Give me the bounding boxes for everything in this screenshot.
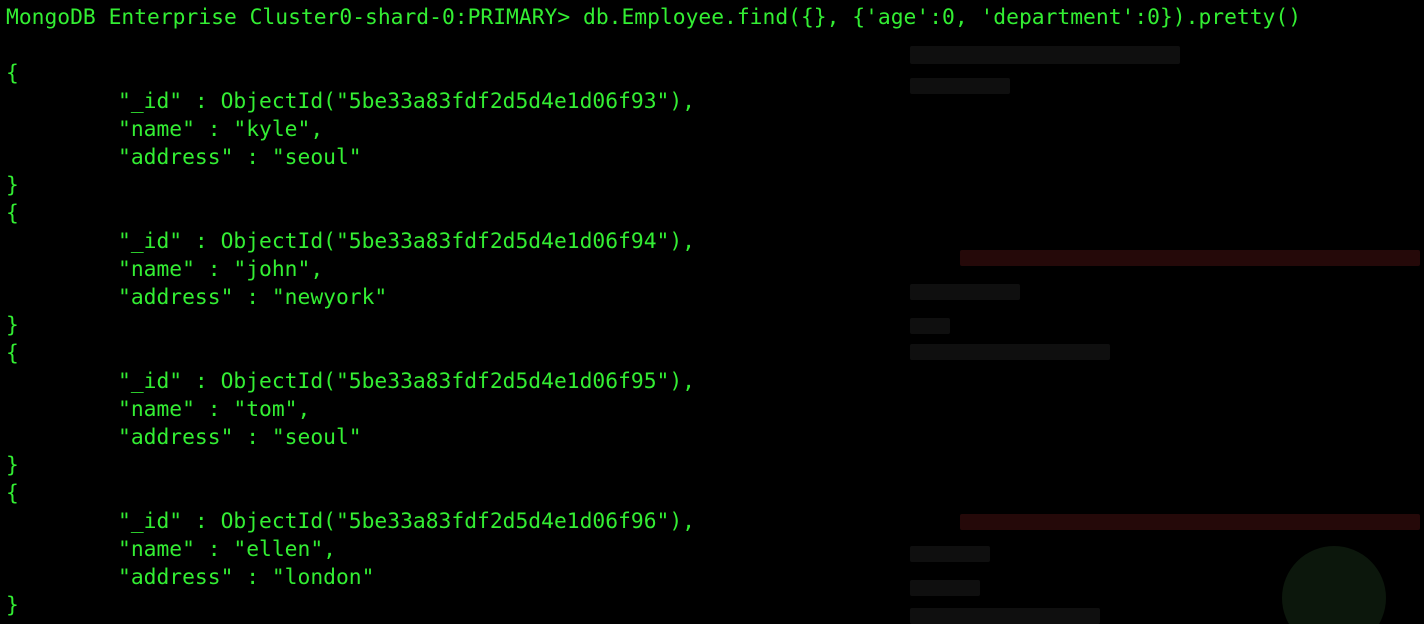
doc-address-line: "address" : "seoul" <box>118 145 362 170</box>
doc-address-line: "address" : "seoul" <box>118 425 362 450</box>
doc-name-line: "name" : "kyle", <box>118 117 324 142</box>
doc-id-line: "_id" : ObjectId("5be33a83fdf2d5d4e1d06f… <box>118 229 695 254</box>
doc-address-line: "address" : "newyork" <box>118 285 388 310</box>
doc-close-brace: } <box>6 313 19 338</box>
doc-open-brace: { <box>6 481 19 506</box>
doc-close-brace: } <box>6 593 19 618</box>
background-artifact <box>1282 546 1386 624</box>
doc-name-line: "name" : "john", <box>118 257 324 282</box>
doc-open-brace: { <box>6 341 19 366</box>
doc-name-line: "name" : "ellen", <box>118 537 336 562</box>
doc-id-line: "_id" : ObjectId("5be33a83fdf2d5d4e1d06f… <box>118 89 695 114</box>
background-artifact <box>910 608 1100 624</box>
background-artifact <box>910 580 980 596</box>
doc-close-brace: } <box>6 453 19 478</box>
background-artifact <box>910 344 1110 360</box>
doc-open-brace: { <box>6 61 19 86</box>
background-artifact <box>910 318 950 334</box>
doc-id-line: "_id" : ObjectId("5be33a83fdf2d5d4e1d06f… <box>118 369 695 394</box>
terminal-window[interactable]: MongoDB Enterprise Cluster0-shard-0:PRIM… <box>0 0 1424 624</box>
command-line[interactable]: MongoDB Enterprise Cluster0-shard-0:PRIM… <box>6 4 1301 32</box>
doc-open-brace: { <box>6 201 19 226</box>
doc-name-line: "name" : "tom", <box>118 397 311 422</box>
background-artifact <box>960 514 1420 530</box>
doc-id-line: "_id" : ObjectId("5be33a83fdf2d5d4e1d06f… <box>118 509 695 534</box>
background-artifact <box>910 78 1010 94</box>
shell-prompt: MongoDB Enterprise Cluster0-shard-0:PRIM… <box>6 5 571 30</box>
background-artifact <box>910 546 990 562</box>
background-artifact <box>910 46 1180 64</box>
background-artifact <box>960 250 1420 266</box>
background-artifact <box>910 284 1020 300</box>
command-text: db.Employee.find({}, {'age':0, 'departme… <box>583 5 1302 30</box>
doc-address-line: "address" : "london" <box>118 565 375 590</box>
doc-close-brace: } <box>6 173 19 198</box>
